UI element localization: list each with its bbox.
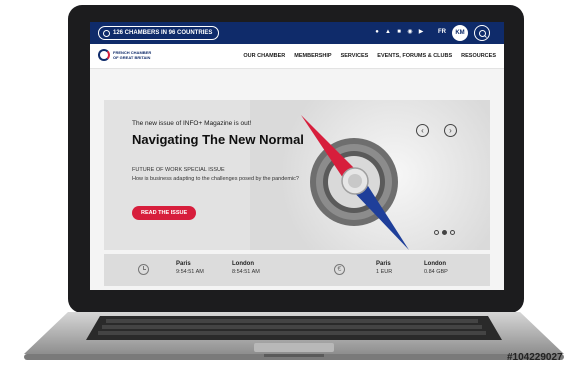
messenger-icon[interactable]: ● xyxy=(374,28,380,36)
search-icon[interactable] xyxy=(474,25,490,41)
next-slide-icon[interactable]: › xyxy=(444,124,457,137)
logo-mark-icon xyxy=(98,49,110,61)
ticker-value: 8:54:51 AM xyxy=(232,269,260,275)
globe-icon xyxy=(103,29,110,37)
top-bar: 126 CHAMBERS IN 96 COUNTRIES ● ▲ ■ ◉ ▶ F… xyxy=(90,22,504,44)
ticker-city: London xyxy=(424,261,446,267)
chambers-pill[interactable]: 126 CHAMBERS IN 96 COUNTRIES xyxy=(98,26,220,40)
nav-item-services[interactable]: SERVICES xyxy=(341,53,369,59)
ticker-city: Paris xyxy=(376,261,391,267)
compass-illustration xyxy=(301,115,409,250)
hero-kicker: The new issue of INFO+ Magazine is out! xyxy=(132,120,252,127)
currency-london: London 0.84 GBP xyxy=(424,261,448,275)
hero-subtitle: FUTURE OF WORK SPECIAL ISSUE xyxy=(132,167,225,173)
laptop-screen: 126 CHAMBERS IN 96 COUNTRIES ● ▲ ■ ◉ ▶ F… xyxy=(90,22,504,290)
currency-paris: Paris 1 EUR xyxy=(376,261,392,275)
carousel-dot[interactable] xyxy=(434,230,439,235)
nav-item-membership[interactable]: MEMBERSHIP xyxy=(294,53,331,59)
main-navbar: FRENCH CHAMBER OF GREAT BRITAIN OUR CHAM… xyxy=(90,44,504,69)
ticker-city: London xyxy=(232,261,254,267)
laptop-base xyxy=(24,312,564,360)
euro-icon: € xyxy=(334,264,345,275)
logo-text: FRENCH CHAMBER OF GREAT BRITAIN xyxy=(113,50,161,60)
language-switch[interactable]: FR xyxy=(438,29,446,35)
info-ticker: Paris 9:54:51 AM London 8:54:51 AM € Par… xyxy=(104,254,490,286)
social-links: ● ▲ ■ ◉ ▶ xyxy=(374,28,424,36)
youtube-icon[interactable]: ▶ xyxy=(418,28,424,36)
nav-item-events[interactable]: EVENTS, FORUMS & CLUBS xyxy=(377,53,452,59)
carousel-dot[interactable] xyxy=(450,230,455,235)
hero-carousel: The new issue of INFO+ Magazine is out! … xyxy=(104,100,490,250)
ticker-value: 9:54:51 AM xyxy=(176,269,204,275)
logo-line-2: OF GREAT BRITAIN xyxy=(113,55,151,60)
clock-icon xyxy=(138,264,149,275)
hero-question: How is business adapting to the challeng… xyxy=(132,176,299,182)
chamber-logo[interactable]: FRENCH CHAMBER OF GREAT BRITAIN xyxy=(98,49,161,61)
ticker-value: 0.84 GBP xyxy=(424,269,448,275)
hero-headline: Navigating The New Normal xyxy=(132,132,304,147)
nav-item-our-chamber[interactable]: OUR CHAMBER xyxy=(243,53,285,59)
prev-slide-icon[interactable]: ‹ xyxy=(416,124,429,137)
time-london: London 8:54:51 AM xyxy=(232,261,260,275)
instagram-icon[interactable]: ◉ xyxy=(407,28,413,36)
user-avatar[interactable]: KM xyxy=(452,25,468,41)
stock-watermark: #104229027 xyxy=(507,352,563,363)
nav-item-resources[interactable]: RESOURCES xyxy=(461,53,496,59)
carousel-dot-active[interactable] xyxy=(442,230,447,235)
facebook-icon[interactable]: ■ xyxy=(396,28,402,36)
time-paris: Paris 9:54:51 AM xyxy=(176,261,204,275)
chambers-label: 126 CHAMBERS IN 96 COUNTRIES xyxy=(113,30,213,36)
ticker-city: Paris xyxy=(176,261,191,267)
twitter-icon[interactable]: ▲ xyxy=(385,28,391,36)
nav-menu: OUR CHAMBER MEMBERSHIP SERVICES EVENTS, … xyxy=(243,53,496,59)
ticker-value: 1 EUR xyxy=(376,269,393,275)
read-issue-button[interactable]: READ THE ISSUE xyxy=(132,206,197,220)
carousel-dots xyxy=(434,230,455,235)
